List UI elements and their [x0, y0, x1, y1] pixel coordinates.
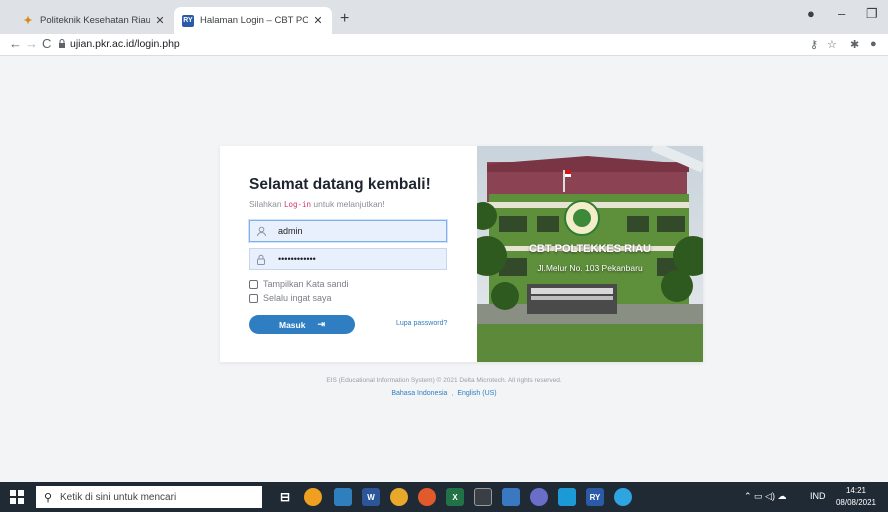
- tab-close-icon[interactable]: ✕: [154, 14, 166, 27]
- show-password-label: Tampilkan Kata sandi: [263, 279, 349, 289]
- account-icon[interactable]: ●: [870, 38, 877, 50]
- lang-separator: ,: [451, 390, 454, 397]
- app-icon[interactable]: [304, 488, 322, 506]
- login-subtitle: Silahkan Log-in untuk melanjutkan!: [249, 199, 385, 209]
- url-field[interactable]: ujian.pkr.ac.id/login.php: [70, 38, 180, 50]
- star-icon[interactable]: ☆: [827, 38, 837, 51]
- login-form: Selamat datang kembali! Silahkan Log-in …: [220, 146, 477, 362]
- taskbar-search-placeholder: Ketik di sini untuk mencari: [60, 491, 177, 503]
- back-button[interactable]: ←: [9, 36, 22, 51]
- login-button-label: Masuk: [278, 319, 306, 330]
- profile-icon[interactable]: ●: [807, 6, 815, 21]
- user-icon: [250, 221, 272, 241]
- file-explorer-icon[interactable]: [334, 488, 352, 506]
- ry-logo-icon: RY: [182, 14, 194, 27]
- copyright-text: EIS (Educational Information System) © 2…: [326, 377, 562, 384]
- lock-icon: [250, 249, 272, 269]
- tab-cbt-login[interactable]: RY Halaman Login – CBT POLTEKKES ✕: [174, 7, 332, 34]
- taskbar-search[interactable]: ⚲ Ketik di sini untuk mencari: [36, 486, 262, 508]
- app-icon[interactable]: [558, 488, 576, 506]
- ry-app-icon[interactable]: RY: [586, 488, 604, 506]
- username-field: [249, 220, 447, 242]
- extensions-icon[interactable]: ✱: [850, 38, 859, 51]
- password-input[interactable]: [272, 249, 446, 269]
- app-icon[interactable]: [502, 488, 520, 506]
- tab-close-icon[interactable]: ✕: [312, 14, 324, 27]
- pkr-logo-icon: ✦: [23, 15, 33, 27]
- forward-button[interactable]: →: [25, 36, 38, 51]
- tab-politeknik[interactable]: ✦ Politeknik Kesehatan Riau - E-lear ✕: [14, 7, 174, 34]
- word-icon[interactable]: W: [362, 488, 380, 506]
- lock-icon: [59, 39, 65, 48]
- address-bar: ← → C ujian.pkr.ac.id/login.php ⚷ ☆ ✱ ●: [0, 34, 888, 56]
- campus-photo: CBT POLTEKKES RIAU Jl.Melur No. 103 Peka…: [477, 146, 703, 362]
- terminal-icon[interactable]: [474, 488, 492, 506]
- password-field: [249, 248, 447, 270]
- forgot-password-link[interactable]: Lupa password?: [396, 320, 447, 327]
- chrome-icon[interactable]: [390, 488, 408, 506]
- login-card: Selamat datang kembali! Silahkan Log-in …: [220, 146, 703, 362]
- remember-me-checkbox[interactable]: Selalu ingat saya: [249, 293, 332, 303]
- taskbar: ⚲ Ketik di sini untuk mencari ⊟ W X RY ⌃…: [0, 482, 888, 512]
- login-heading: Selamat datang kembali!: [249, 176, 431, 193]
- task-view-icon[interactable]: ⊟: [276, 488, 294, 506]
- show-password-checkbox[interactable]: Tampilkan Kata sandi: [249, 279, 349, 289]
- firefox-icon[interactable]: [418, 488, 436, 506]
- reload-button[interactable]: C: [42, 36, 51, 51]
- key-icon[interactable]: ⚷: [810, 38, 818, 51]
- language-links: Bahasa Indonesia, English (US): [0, 390, 888, 397]
- page-viewport: Selamat datang kembali! Silahkan Log-in …: [0, 56, 888, 482]
- photo-title: CBT POLTEKKES RIAU: [528, 243, 652, 255]
- app-icon[interactable]: [530, 488, 548, 506]
- telegram-icon[interactable]: [614, 488, 632, 506]
- new-tab-button[interactable]: +: [340, 10, 349, 28]
- restore-button[interactable]: ❐: [866, 6, 878, 22]
- login-button[interactable]: Masuk ⇥: [249, 315, 355, 334]
- photo-address: Jl.Melur No. 103 Pekanbaru: [537, 263, 643, 273]
- tray-icons[interactable]: ⌃ ▭ ◁) ☁: [744, 491, 786, 502]
- minimize-button[interactable]: –: [838, 6, 845, 21]
- excel-icon[interactable]: X: [446, 488, 464, 506]
- tab-title: Politeknik Kesehatan Riau - E-lear: [40, 15, 150, 26]
- username-input[interactable]: [272, 221, 446, 241]
- checkbox-box[interactable]: [249, 279, 258, 289]
- clock-time: 14:21: [845, 486, 867, 495]
- checkbox-box[interactable]: [249, 293, 258, 303]
- clock-date: 08/08/2021: [835, 498, 877, 507]
- sign-in-icon: ⇥: [317, 319, 325, 329]
- remember-me-label: Selalu ingat saya: [263, 293, 332, 303]
- windows-start-icon[interactable]: [10, 490, 24, 504]
- lang-english-link[interactable]: English (US): [457, 390, 496, 397]
- browser-tab-bar: ✦ Politeknik Kesehatan Riau - E-lear ✕ R…: [0, 0, 888, 34]
- tab-title: Halaman Login – CBT POLTEKKES: [200, 15, 308, 26]
- lang-indonesia-link[interactable]: Bahasa Indonesia: [391, 390, 447, 397]
- search-icon: ⚲: [43, 491, 53, 504]
- taskbar-clock[interactable]: 14:21 08/08/2021: [834, 485, 878, 509]
- language-indicator[interactable]: IND: [810, 491, 826, 501]
